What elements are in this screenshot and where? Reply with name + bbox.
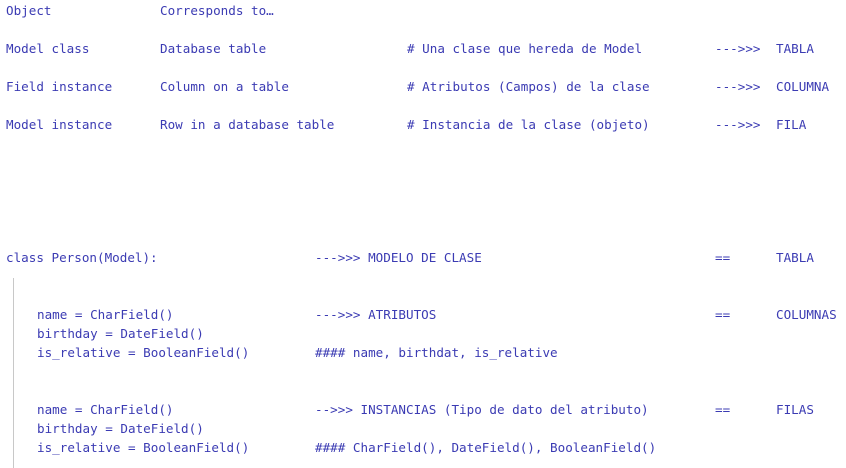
row-arrow: --->>> — [715, 79, 761, 94]
block-es: COLUMNAS — [776, 307, 837, 322]
row-corresponds: Row in a database table — [160, 117, 335, 132]
class-es: TABLA — [776, 250, 814, 265]
indent-guide — [13, 278, 14, 468]
block-note: -->>> INSTANCIAS (Tipo de dato del atrib… — [315, 402, 649, 417]
block-comment: #### name, birthdat, is_relative — [315, 345, 558, 360]
header-corresponds: Corresponds to… — [160, 3, 274, 18]
row-es: TABLA — [776, 41, 814, 56]
row-comment: # Atributos (Campos) de la clase — [407, 79, 650, 94]
row-corresponds: Database table — [160, 41, 267, 56]
block-comment: #### CharField(), DateField(), BooleanFi… — [315, 440, 657, 455]
row-es: COLUMNA — [776, 79, 830, 94]
row-object: Model instance — [6, 117, 113, 132]
row-comment: # Una clase que hereda de Model — [407, 41, 643, 56]
block-es: FILAS — [776, 402, 814, 417]
code-line: name = CharField() — [37, 402, 174, 417]
block-eq: == — [715, 402, 731, 417]
code-line: birthday = DateField() — [37, 326, 204, 341]
block-note: --->>> ATRIBUTOS — [315, 307, 437, 322]
class-definition: class Person(Model): — [6, 250, 158, 265]
code-line: is_relative = BooleanField() — [37, 440, 250, 455]
row-arrow: --->>> — [715, 41, 761, 56]
row-es: FILA — [776, 117, 807, 132]
header-object: Object — [6, 3, 52, 18]
row-object: Field instance — [6, 79, 113, 94]
row-arrow: --->>> — [715, 117, 761, 132]
code-line: name = CharField() — [37, 307, 174, 322]
code-line: is_relative = BooleanField() — [37, 345, 250, 360]
row-object: Model class — [6, 41, 90, 56]
row-corresponds: Column on a table — [160, 79, 289, 94]
row-comment: # Instancia de la clase (objeto) — [407, 117, 650, 132]
code-line: birthday = DateField() — [37, 421, 204, 436]
class-eq: == — [715, 250, 731, 265]
block-eq: == — [715, 307, 731, 322]
class-note: --->>> MODELO DE CLASE — [315, 250, 482, 265]
